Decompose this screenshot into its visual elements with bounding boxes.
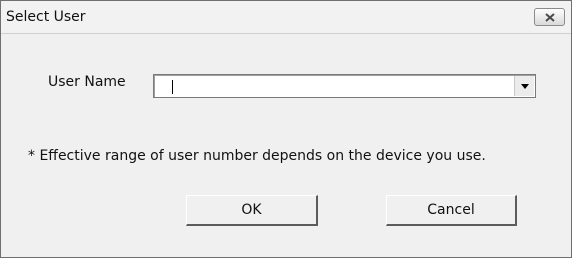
dialog-body: User Name * Effective range of user numb…: [1, 34, 571, 257]
user-number-note: * Effective range of user number depends…: [28, 148, 486, 164]
dropdown-button[interactable]: [514, 76, 534, 96]
chevron-down-icon: [521, 84, 529, 89]
close-button[interactable]: [534, 8, 565, 26]
window-title: Select User: [6, 9, 86, 25]
user-name-combobox[interactable]: [153, 74, 536, 98]
close-icon: [545, 13, 555, 22]
select-user-dialog: Select User User Name * Effective range …: [0, 0, 572, 258]
user-name-label: User Name: [48, 74, 126, 90]
ok-button[interactable]: OK: [186, 195, 318, 226]
cancel-button[interactable]: Cancel: [386, 195, 517, 226]
title-bar: Select User: [1, 1, 571, 34]
text-caret: [172, 80, 173, 94]
user-name-input[interactable]: [157, 77, 509, 95]
